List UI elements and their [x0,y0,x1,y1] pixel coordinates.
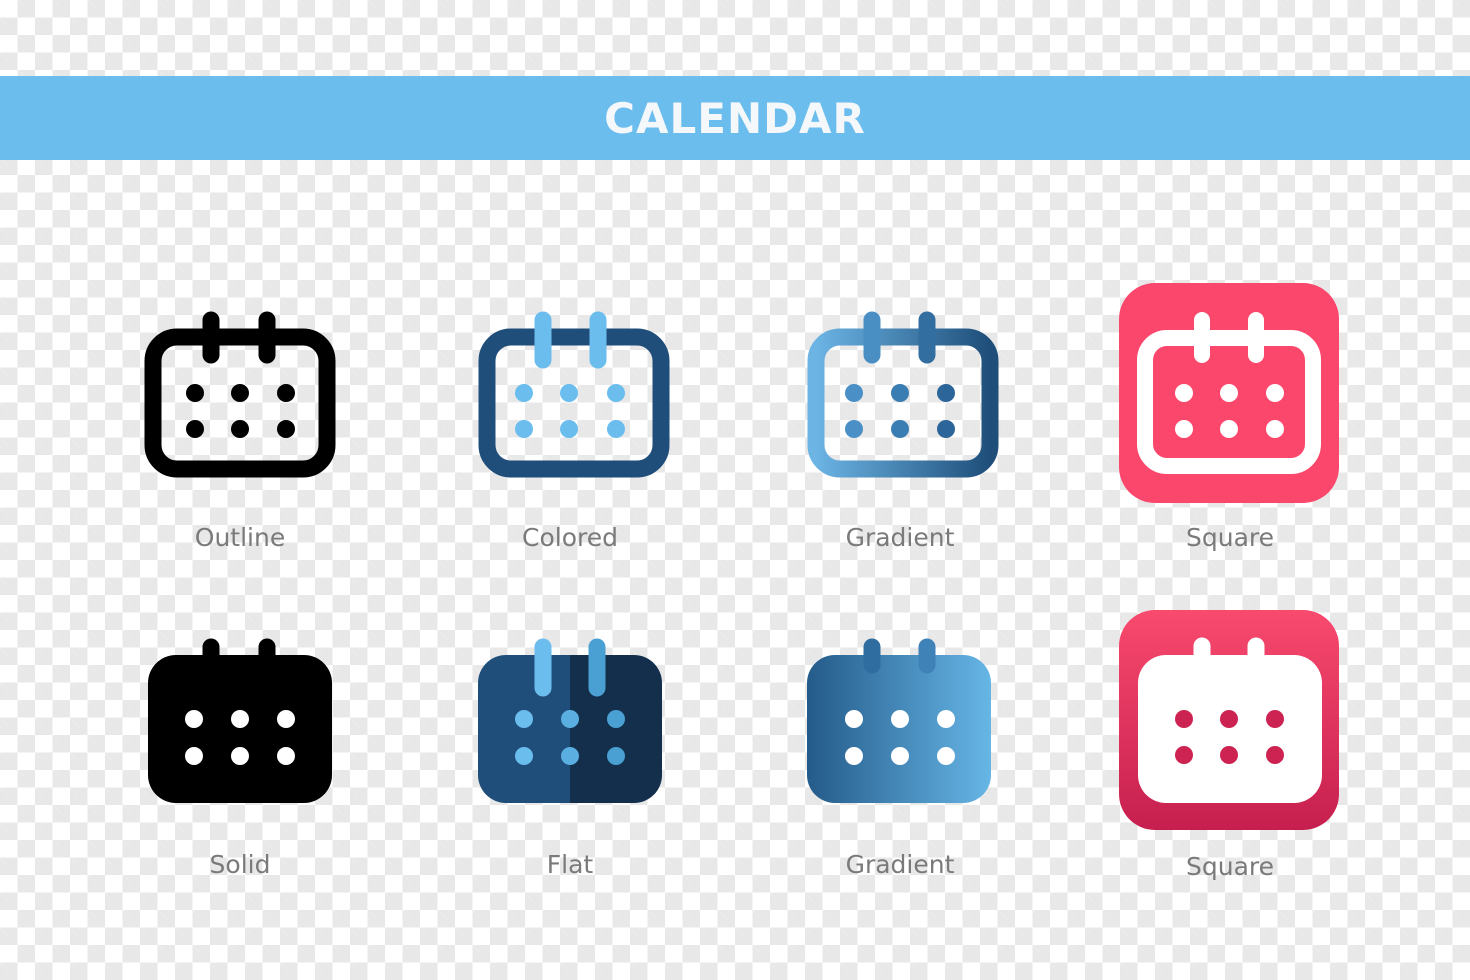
icon-card-flat: Flat [440,630,700,890]
calendar-solid-icon [148,638,332,803]
title-banner: CALENDAR [0,76,1470,160]
calendar-square-solid-icon [1119,610,1339,830]
icon-card-square-solid: Square [1100,608,1360,888]
calendar-gradient-outline-icon [807,311,999,478]
icon-card-square-outline: Square [1100,280,1360,560]
icon-card-colored: Colored [440,300,700,560]
calendar-square-outline-icon [1119,283,1339,503]
calendar-flat-icon [478,638,662,803]
calendar-outline-icon [144,311,336,478]
icon-card-gradient-outline: Gradient [770,300,1030,560]
icon-label: Square [1185,852,1274,881]
icon-card-solid: Solid [110,630,370,890]
icon-card-outline: Outline [110,300,370,560]
icon-label: Colored [522,523,618,552]
calendar-colored-icon [478,311,670,478]
icon-label: Gradient [845,850,955,879]
icon-label: Solid [209,850,271,879]
icon-label: Flat [546,850,594,879]
page-title: CALENDAR [604,93,866,143]
icon-label: Gradient [845,523,955,552]
calendar-gradient-solid-icon [807,638,991,803]
icon-label: Square [1185,523,1274,552]
icon-card-gradient-solid: Gradient [770,630,1030,890]
icon-label: Outline [194,523,286,552]
